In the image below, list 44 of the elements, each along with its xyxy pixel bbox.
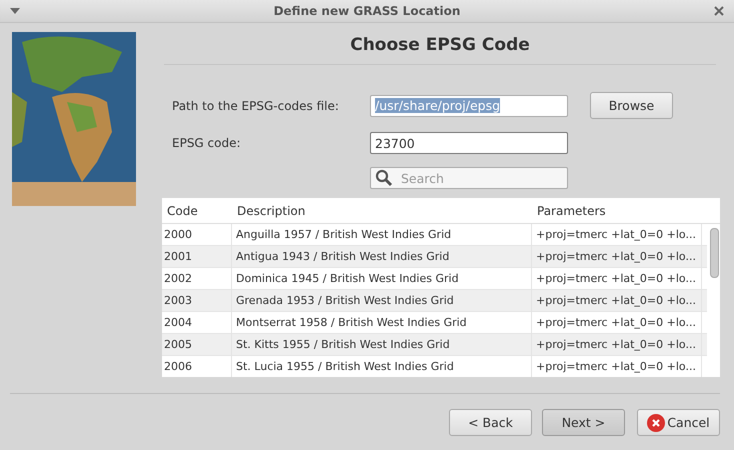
wizard-button[interactable]: Cancel [637, 409, 720, 436]
table-row[interactable]: 2001 Antigua 1943 / British West Indies Grid +proj=tmerc +lat_0=0 +lo... [162, 246, 707, 268]
search-icon [375, 169, 393, 187]
table-cell: +proj=tmerc +lat_0=0 +lo... [532, 290, 702, 311]
column-header[interactable]: Code [162, 204, 232, 218]
table-cell: Grenada 1953 / British West Indies Grid [232, 290, 532, 311]
table-cell: +proj=tmerc +lat_0=0 +lo... [532, 356, 702, 377]
table-cell: 2001 [162, 246, 232, 267]
table-cell: Antigua 1943 / British West Indies Grid [232, 246, 532, 267]
table-row[interactable]: 2003 Grenada 1953 / British West Indies Grid +proj=tmerc +lat_0=0 +lo... [162, 290, 707, 312]
table-cell: Montserrat 1958 / British West Indies Grid [232, 312, 532, 333]
table-cell: 2002 [162, 268, 232, 289]
table-cell: +proj=tmerc +lat_0=0 +lo... [532, 246, 702, 267]
page-heading: Choose EPSG Code [164, 32, 716, 65]
wizard-button[interactable]: < Back [449, 409, 532, 436]
table-cell: +proj=tmerc +lat_0=0 +lo... [532, 268, 702, 289]
table-cell: 2004 [162, 312, 232, 333]
column-header[interactable]: Description [232, 204, 532, 218]
epsg-code-label: EPSG code: [172, 136, 242, 150]
wizard-button[interactable]: Next > [542, 409, 625, 436]
browse-button[interactable]: Browse [590, 92, 673, 119]
window-title: Define new GRASS Location [272, 4, 462, 18]
table-cell: St. Kitts 1955 / British West Indies Grid [232, 334, 532, 355]
table-cell: 2003 [162, 290, 232, 311]
table-row[interactable]: 2005 St. Kitts 1955 / British West Indies Grid +proj=tmerc +lat_0=0 +lo... [162, 334, 707, 356]
table-cell: 2006 [162, 356, 232, 377]
column-header[interactable]: Parameters [532, 204, 702, 218]
table-cell: +proj=tmerc +lat_0=0 +lo... [532, 312, 702, 333]
cancel-icon [647, 414, 666, 432]
table-cell: Anguilla 1957 / British West Indies Grid [232, 224, 532, 245]
table-row[interactable]: 2002 Dominica 1945 / British West Indies Grid +proj=tmerc +lat_0=0 +lo... [162, 268, 707, 290]
table-cell: Dominica 1945 / British West Indies Grid [232, 268, 532, 289]
epsg-code-field[interactable]: 23700 [370, 132, 568, 154]
table-row[interactable]: 2000 Anguilla 1957 / British West Indies Grid +proj=tmerc +lat_0=0 +lo... [162, 224, 707, 246]
scrollbar-thumb[interactable] [710, 228, 719, 278]
table-cell: St. Lucia 1955 / British West Indies Grid [232, 356, 532, 377]
path-label: Path to the EPSG-codes file: [172, 98, 340, 112]
table-row[interactable]: 2004 Montserrat 1958 / British West Indies Grid +proj=tmerc +lat_0=0 +lo... [162, 312, 707, 334]
menu-caret-icon[interactable] [10, 8, 20, 14]
table-cell: +proj=tmerc +lat_0=0 +lo... [532, 334, 702, 355]
table-cell: 2005 [162, 334, 232, 355]
close-icon[interactable] [714, 6, 724, 16]
table-cell: 2000 [162, 224, 232, 245]
table-cell: +proj=tmerc +lat_0=0 +lo... [532, 224, 702, 245]
